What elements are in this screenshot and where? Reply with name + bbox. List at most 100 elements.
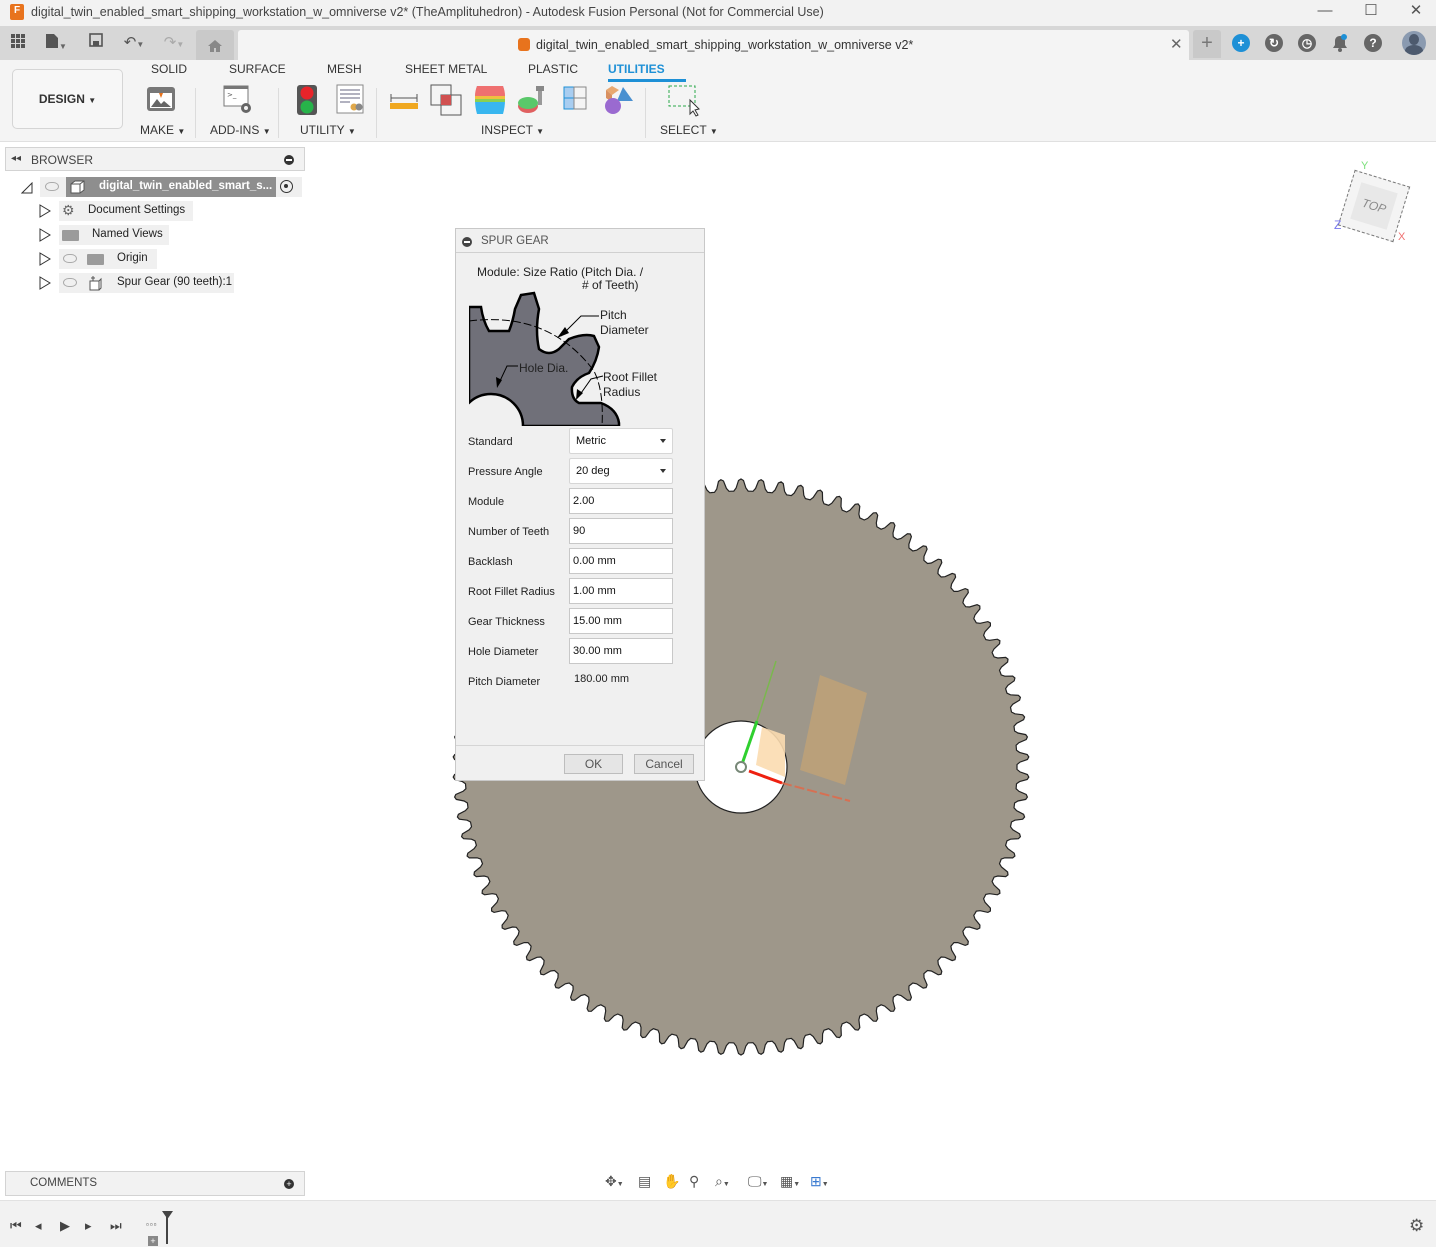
root-component-label: digital_twin_enabled_smart_s... (99, 180, 273, 192)
pressure-angle-label: Pressure Angle (468, 466, 543, 478)
expand-root-toggle[interactable] (20, 181, 33, 199)
gear-thickness-input[interactable]: 15.00 mm (569, 608, 673, 634)
save-icon[interactable] (86, 33, 106, 53)
previous-icon[interactable]: ◂ (35, 1218, 42, 1234)
ok-button[interactable]: OK (564, 754, 623, 774)
toolbar-separator (278, 88, 279, 138)
visibility-eye-icon[interactable] (63, 254, 77, 263)
root-fillet-radius-input[interactable]: 1.00 mm (569, 578, 673, 604)
tab-mesh[interactable]: MESH (327, 62, 362, 76)
timeline-marker[interactable] (166, 1216, 168, 1244)
workspace-switcher[interactable]: DESIGN ▼ (12, 69, 123, 129)
visibility-eye-icon[interactable] (63, 278, 77, 287)
viewcube-top-face[interactable]: TOP (1350, 182, 1398, 230)
tab-plastic[interactable]: PLASTIC (528, 62, 578, 76)
browser-item-named-views[interactable]: Named Views (59, 225, 169, 245)
toolbar-separator (645, 88, 646, 138)
display-settings-icon[interactable]: 🖵▼ (748, 1173, 768, 1190)
expand-named-views-toggle[interactable] (39, 228, 51, 247)
help-icon[interactable]: ? (1364, 34, 1382, 52)
redo-button[interactable]: ↷▼ (158, 33, 190, 53)
module-input[interactable]: 2.00 (569, 488, 673, 514)
play-icon[interactable]: ▶ (60, 1218, 70, 1234)
viewcube-x-axis-label: X (1398, 231, 1406, 243)
dialog-title: SPUR GEAR (481, 235, 549, 247)
last-icon[interactable]: ⏭ (110, 1218, 122, 1234)
timeline-settings-gear-icon[interactable]: ⚙ (1409, 1216, 1424, 1236)
history-icon[interactable]: ◷ (1298, 34, 1316, 52)
timeline-feature-icon[interactable]: ▫▫▫ (146, 1220, 158, 1229)
section-analysis-icon[interactable] (516, 84, 548, 116)
measure-icon[interactable] (389, 84, 421, 116)
apps-grid-icon[interactable] (8, 33, 28, 53)
folder-icon (87, 254, 104, 265)
close-tab-icon[interactable]: ✕ (1170, 35, 1183, 53)
tab-solid[interactable]: SOLID (151, 62, 187, 76)
browser-root-item[interactable]: digital_twin_enabled_smart_s... (40, 177, 302, 197)
job-status-icon[interactable]: ↻ (1265, 34, 1283, 52)
undo-button[interactable]: ↶▼ (118, 33, 150, 53)
number-of-teeth-label: Number of Teeth (468, 526, 550, 538)
cancel-button[interactable]: Cancel (634, 754, 694, 774)
utility-menu[interactable]: UTILITY ▼ (300, 123, 356, 137)
visibility-eye-icon[interactable] (45, 182, 59, 191)
minimize-panel-icon[interactable] (284, 155, 294, 165)
add-ins-menu[interactable]: ADD-INS ▼ (210, 123, 271, 137)
pitch-label-1: Pitch (600, 308, 627, 322)
interference-icon[interactable] (430, 84, 462, 116)
minimize-button[interactable]: — (1302, 0, 1348, 26)
extensions-icon[interactable]: + (1232, 34, 1250, 52)
module-caption: Module: Size Ratio (Pitch Dia. / (477, 265, 644, 279)
browser-item-document-settings[interactable]: ⚙ Document Settings (59, 201, 193, 221)
expand-spur-gear-toggle[interactable] (39, 276, 51, 295)
pan-hand-icon[interactable]: ✋ (663, 1173, 680, 1190)
look-at-icon[interactable]: ▤ (638, 1173, 651, 1190)
select-window-icon[interactable] (668, 84, 700, 117)
viewports-icon[interactable]: ⊞▼ (810, 1173, 829, 1190)
notifications-icon[interactable] (1332, 34, 1348, 52)
standard-select[interactable]: Metric (569, 428, 673, 454)
zebra-analysis-icon[interactable] (474, 84, 506, 116)
next-icon[interactable]: ▸ (85, 1218, 92, 1234)
browser-panel-header: ◂◂ BROWSER (5, 147, 305, 171)
first-icon[interactable]: ⏮ (10, 1218, 22, 1234)
number-of-teeth-input[interactable]: 90 (569, 518, 673, 544)
collapse-dialog-icon[interactable] (462, 237, 472, 247)
expand-document-settings-toggle[interactable] (39, 204, 51, 223)
select-menu[interactable]: SELECT ▼ (660, 123, 718, 137)
fit-window-icon[interactable]: ⌕▼ (715, 1173, 730, 1190)
tab-surface[interactable]: SURFACE (229, 62, 286, 76)
file-menu-button[interactable]: ▼ (40, 33, 72, 53)
hole-diameter-input[interactable]: 30.00 mm (569, 638, 673, 664)
traffic-light-icon[interactable] (296, 84, 328, 116)
home-tab[interactable] (196, 30, 234, 60)
component-color-cycling-icon[interactable] (560, 84, 592, 116)
grid-settings-icon[interactable]: ▦▼ (780, 1173, 800, 1190)
scripts-addins-icon[interactable]: >_ (222, 84, 254, 116)
make-menu[interactable]: MAKE ▼ (140, 123, 185, 137)
orbit-icon[interactable]: ✥▼ (605, 1173, 624, 1190)
browser-item-origin[interactable]: Origin (59, 249, 157, 269)
3d-print-icon[interactable] (145, 84, 177, 116)
user-avatar[interactable] (1402, 31, 1426, 55)
activate-radio-icon[interactable] (280, 180, 293, 193)
display-component-colors-icon[interactable] (603, 84, 635, 116)
browser-item-spur-gear[interactable]: Spur Gear (90 teeth):1 (59, 273, 234, 293)
collapse-panel-icon[interactable]: ◂◂ (11, 153, 21, 164)
document-tab[interactable]: digital_twin_enabled_smart_shipping_work… (238, 30, 1189, 60)
timeline-expand-icon[interactable]: + (148, 1236, 158, 1246)
tab-sheet-metal[interactable]: SHEET METAL (405, 62, 487, 76)
inspect-menu[interactable]: INSPECT ▼ (481, 123, 544, 137)
gear-thickness-label: Gear Thickness (468, 616, 545, 628)
maximize-button[interactable]: ☐ (1348, 0, 1394, 26)
backlash-input[interactable]: 0.00 mm (569, 548, 673, 574)
pressure-angle-select[interactable]: 20 deg (569, 458, 673, 484)
add-comment-icon[interactable]: + (284, 1179, 294, 1189)
parameters-table-icon[interactable] (336, 84, 368, 116)
new-tab-button[interactable]: + (1193, 30, 1221, 58)
close-window-button[interactable]: ✕ (1393, 0, 1436, 26)
expand-origin-toggle[interactable] (39, 252, 51, 271)
tab-utilities[interactable]: UTILITIES (608, 62, 665, 76)
zoom-icon[interactable]: ⚲ (689, 1173, 699, 1190)
svg-text:>_: >_ (227, 91, 237, 99)
